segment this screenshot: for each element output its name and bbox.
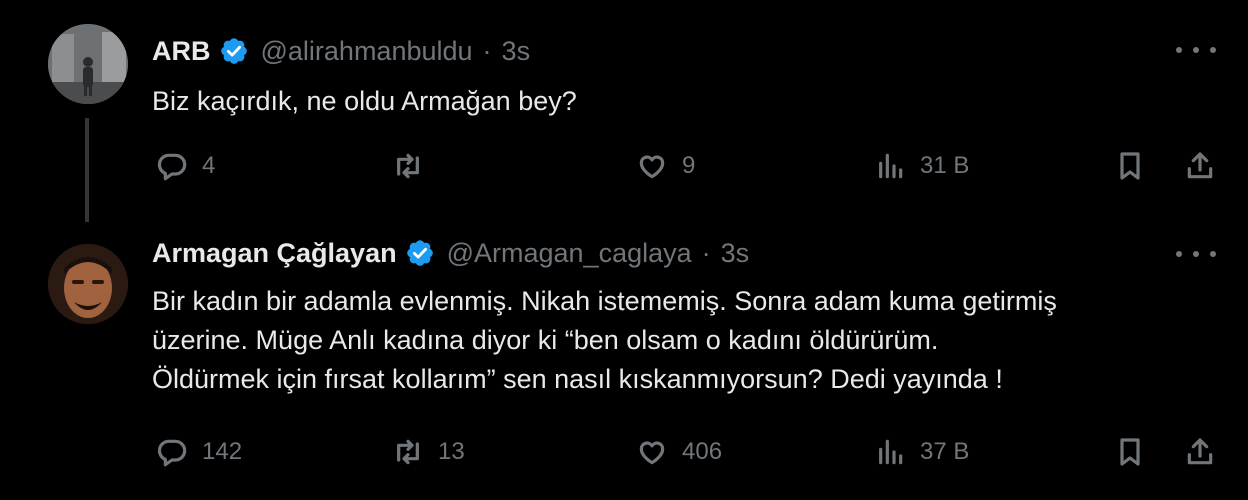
avatar-photo-face xyxy=(48,244,128,324)
share-button[interactable] xyxy=(1184,146,1216,186)
more-options-icon[interactable] xyxy=(1176,38,1216,62)
reply-button[interactable]: 4 xyxy=(156,146,215,186)
like-button[interactable]: 406 xyxy=(636,432,722,472)
tweet-text-line: Öldürmek için fırsat kollarım” sen nasıl… xyxy=(152,364,1003,394)
tweet-arb[interactable]: ARB @alirahmanbuldu · 3s Biz kaçırdık, n… xyxy=(0,0,1248,222)
bookmark-icon xyxy=(1120,152,1140,180)
avatar[interactable] xyxy=(48,244,128,324)
verified-badge-icon xyxy=(406,240,433,266)
timestamp[interactable]: 3s xyxy=(502,36,531,67)
views-button[interactable]: 31 B xyxy=(874,146,969,186)
share-icon xyxy=(1187,438,1213,465)
tweet-armagan[interactable]: Armagan Çağlayan @Armagan_caglaya · 3s B… xyxy=(0,220,1248,500)
like-count: 406 xyxy=(682,438,723,465)
tweet-text-line: Biz kaçırdık, ne oldu Armağan bey? xyxy=(152,86,577,116)
separator-dot: · xyxy=(482,35,492,66)
tweet-text-line: üzerine. Müge Anlı kadına diyor ki “ben … xyxy=(152,325,939,355)
tweet-text: Bir kadın bir adamla evlenmiş. Nikah ist… xyxy=(152,282,1232,399)
tweet-header: Armagan Çağlayan @Armagan_caglaya · 3s xyxy=(152,236,749,270)
timestamp[interactable]: 3s xyxy=(721,238,750,269)
more-options-icon[interactable] xyxy=(1176,242,1216,266)
like-button[interactable]: 9 xyxy=(636,146,695,186)
bookmark-button[interactable] xyxy=(1114,146,1146,186)
bookmark-icon xyxy=(1120,438,1140,466)
views-chart-icon xyxy=(879,153,903,179)
author-handle[interactable]: @Armagan_caglaya xyxy=(447,238,692,269)
separator-dot: · xyxy=(701,237,711,268)
heart-icon xyxy=(639,155,665,179)
tweet-header: ARB @alirahmanbuldu · 3s xyxy=(152,34,530,68)
tweet-actions: 4 9 31 B xyxy=(0,146,1248,186)
retweet-icon xyxy=(397,153,419,179)
views-chart-icon xyxy=(879,439,903,465)
verified-badge-icon xyxy=(220,38,247,64)
tweet-actions: 142 13 406 37 B xyxy=(0,432,1248,472)
avatar[interactable] xyxy=(48,24,128,104)
share-icon xyxy=(1187,152,1213,179)
retweet-button[interactable]: 13 xyxy=(392,432,465,472)
tweet-text: Biz kaçırdık, ne oldu Armağan bey? xyxy=(152,82,1232,121)
reply-icon xyxy=(157,153,187,181)
author-name[interactable]: Armagan Çağlayan xyxy=(152,238,397,269)
tweet-text-line: Bir kadın bir adamla evlenmiş. Nikah ist… xyxy=(152,286,1057,316)
retweet-count: 13 xyxy=(438,438,465,465)
reply-button[interactable]: 142 xyxy=(156,432,242,472)
heart-icon xyxy=(639,441,665,465)
views-count: 31 B xyxy=(920,152,970,179)
retweet-button[interactable] xyxy=(392,146,438,186)
bookmark-button[interactable] xyxy=(1114,432,1146,472)
reply-count: 4 xyxy=(202,152,216,179)
author-name[interactable]: ARB xyxy=(152,36,211,67)
retweet-icon xyxy=(397,439,419,465)
like-count: 9 xyxy=(682,152,696,179)
reply-icon xyxy=(157,439,187,467)
reply-count: 142 xyxy=(202,438,243,465)
views-count: 37 B xyxy=(920,438,970,465)
views-button[interactable]: 37 B xyxy=(874,432,969,472)
avatar-photo-street xyxy=(48,24,128,104)
share-button[interactable] xyxy=(1184,432,1216,472)
author-handle[interactable]: @alirahmanbuldu xyxy=(261,36,473,67)
